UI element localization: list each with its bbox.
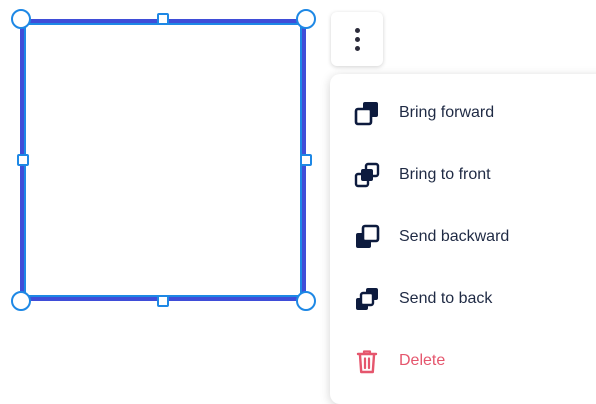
resize-handle-left[interactable] [17, 154, 29, 166]
send-backward-icon [356, 224, 380, 248]
menu-item-label: Bring to front [399, 166, 491, 183]
menu-item-label: Bring forward [399, 104, 495, 121]
menu-item-label: Send to back [399, 290, 493, 307]
selected-shape[interactable] [20, 19, 306, 301]
resize-handle-bottom[interactable] [157, 295, 169, 307]
vertical-dots-icon [354, 27, 360, 51]
menu-item-send-to-back[interactable]: Send to back [330, 279, 596, 319]
resize-handle-right[interactable] [300, 154, 312, 166]
resize-handle-bottom-right[interactable] [296, 291, 316, 311]
more-options-button[interactable] [331, 12, 383, 66]
resize-handle-top[interactable] [157, 13, 169, 25]
resize-handle-top-left[interactable] [11, 9, 31, 29]
menu-item-label: Delete [399, 352, 446, 369]
menu-item-bring-to-front[interactable]: Bring to front [330, 155, 596, 195]
menu-item-label: Send backward [399, 228, 510, 245]
resize-handle-bottom-left[interactable] [11, 291, 31, 311]
bring-forward-icon [354, 102, 378, 126]
resize-handle-top-right[interactable] [296, 9, 316, 29]
bring-to-front-icon [354, 162, 380, 188]
trash-icon [356, 350, 378, 374]
layer-context-menu: Bring forward Bring to front Send backwa… [330, 74, 596, 404]
menu-item-send-backward[interactable]: Send backward [330, 217, 596, 257]
menu-item-bring-forward[interactable]: Bring forward [330, 93, 596, 133]
menu-item-delete[interactable]: Delete [330, 341, 596, 381]
send-to-back-icon [356, 288, 378, 310]
